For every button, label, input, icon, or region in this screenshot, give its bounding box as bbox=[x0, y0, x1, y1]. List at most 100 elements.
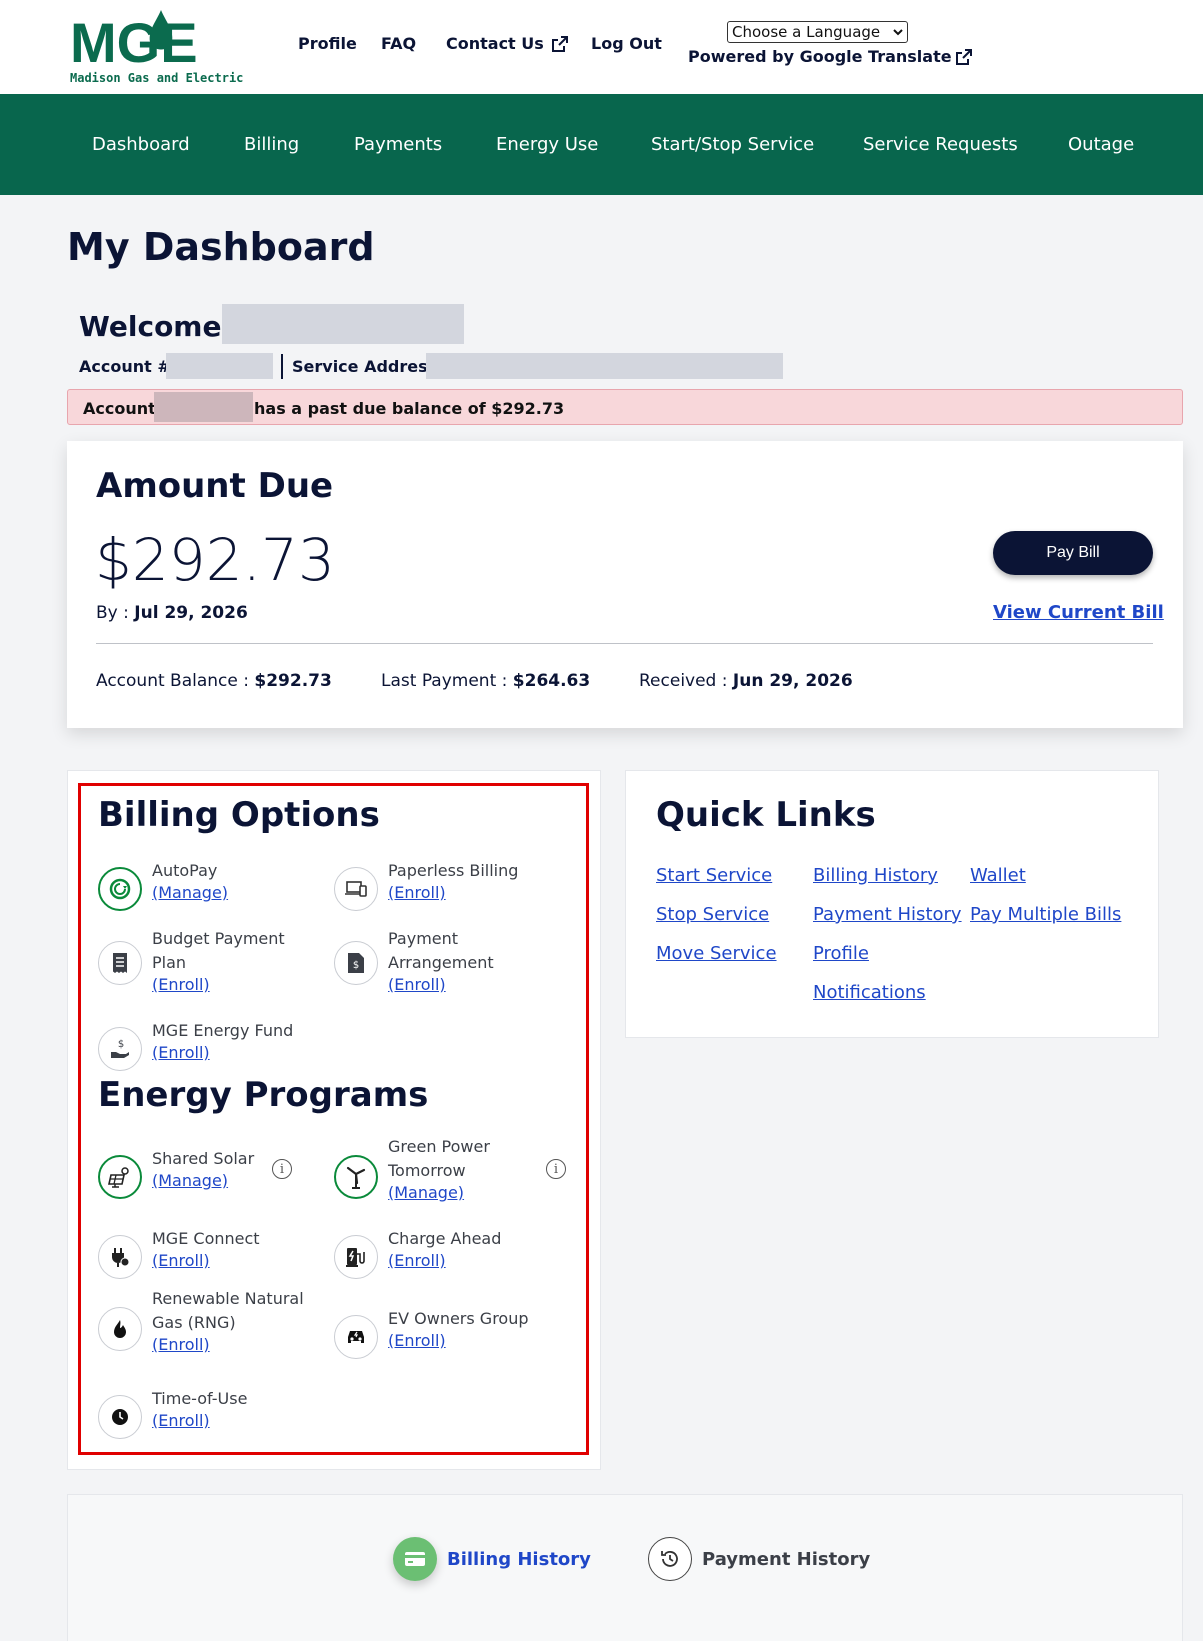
service-address-label: Service Address bbox=[292, 357, 438, 376]
option-label: EV Owners Group bbox=[388, 1309, 529, 1328]
invoice-dollar-icon: $ bbox=[334, 941, 378, 985]
tab-billing-history-label: Billing History bbox=[447, 1548, 591, 1570]
quick-link-profile[interactable]: Profile bbox=[813, 943, 869, 964]
option-label: MGE Energy Fund bbox=[152, 1021, 294, 1040]
redacted-alert-account bbox=[154, 392, 253, 422]
redacted-service-address bbox=[426, 353, 783, 379]
nav-payments[interactable]: Payments bbox=[354, 134, 442, 155]
rng-enroll-link[interactable]: (Enroll) bbox=[152, 1335, 210, 1354]
alert-message: has a past due balance of $292.73 bbox=[254, 399, 565, 418]
main-nav: Dashboard Billing Payments Energy Use St… bbox=[0, 94, 1203, 195]
time-of-use-enroll-link[interactable]: (Enroll) bbox=[152, 1411, 210, 1430]
last-payment-label: Last Payment : bbox=[381, 671, 508, 691]
tab-payment-history-label: Payment History bbox=[702, 1548, 871, 1570]
redacted-account-number bbox=[166, 353, 273, 379]
tab-payment-history[interactable]: Payment History bbox=[648, 1537, 870, 1581]
chevron-down-icon bbox=[893, 29, 903, 36]
quick-link-wallet[interactable]: Wallet bbox=[970, 865, 1026, 886]
credit-card-icon bbox=[393, 1537, 437, 1581]
flame-icon bbox=[98, 1307, 142, 1351]
plug-icon bbox=[98, 1235, 142, 1279]
ev-charger-icon bbox=[334, 1235, 378, 1279]
account-balance-label: Account Balance : bbox=[96, 671, 249, 691]
info-icon[interactable]: i bbox=[546, 1159, 566, 1179]
quick-links-card: Quick Links Start Service Stop Service M… bbox=[625, 770, 1159, 1038]
due-date-value: Jul 29, 2026 bbox=[134, 603, 248, 623]
option-label: Payment Arrangement bbox=[388, 929, 494, 972]
option-label: Charge Ahead bbox=[388, 1229, 502, 1248]
quick-link-payment-history[interactable]: Payment History bbox=[813, 904, 962, 925]
wind-turbine-icon bbox=[334, 1155, 378, 1199]
payment-arrangement-enroll-link[interactable]: (Enroll) bbox=[388, 975, 446, 994]
amount-due-value: $292.73 bbox=[95, 526, 335, 594]
pay-bill-button[interactable]: Pay Bill bbox=[993, 531, 1153, 575]
option-label: Shared Solar bbox=[152, 1149, 255, 1168]
received-date: Received : Jun 29, 2026 bbox=[639, 671, 853, 691]
account-balance-value: $292.73 bbox=[254, 671, 332, 691]
svg-text:$: $ bbox=[353, 960, 359, 971]
devices-icon bbox=[334, 867, 378, 911]
contact-us-label: Contact Us bbox=[446, 34, 544, 53]
ev-owners-enroll-link[interactable]: (Enroll) bbox=[388, 1331, 446, 1350]
external-link-icon bbox=[551, 35, 568, 52]
nav-billing[interactable]: Billing bbox=[244, 134, 299, 155]
option-label: MGE Connect bbox=[152, 1229, 260, 1248]
due-date: By : Jul 29, 2026 bbox=[96, 603, 248, 623]
contact-us-link[interactable]: Contact Us bbox=[446, 34, 568, 53]
last-payment-value: $264.63 bbox=[512, 671, 591, 691]
nav-outage[interactable]: Outage bbox=[1068, 134, 1134, 155]
quick-link-stop-service[interactable]: Stop Service bbox=[656, 904, 769, 925]
energy-fund-enroll-link[interactable]: (Enroll) bbox=[152, 1043, 210, 1062]
view-current-bill-link[interactable]: View Current Bill bbox=[993, 602, 1164, 623]
welcome-heading: Welcome, bbox=[79, 310, 233, 343]
alert-prefix: Account bbox=[83, 399, 156, 418]
past-due-alert: Account has a past due balance of $292.7… bbox=[67, 389, 1183, 425]
nav-service-requests[interactable]: Service Requests bbox=[863, 134, 1018, 155]
due-date-label: By : bbox=[96, 603, 129, 623]
clock-icon bbox=[98, 1395, 142, 1439]
external-link-icon bbox=[955, 48, 972, 65]
google-translate-link[interactable]: Powered by Google Translate bbox=[688, 47, 972, 66]
last-payment: Last Payment : $264.63 bbox=[381, 671, 590, 691]
nav-dashboard[interactable]: Dashboard bbox=[92, 134, 190, 155]
charge-ahead-enroll-link[interactable]: (Enroll) bbox=[388, 1251, 446, 1270]
top-header: MGE Madison Gas and Electric Profile FAQ… bbox=[0, 0, 1203, 94]
shared-solar-manage-link[interactable]: (Manage) bbox=[152, 1171, 228, 1190]
quick-link-notifications[interactable]: Notifications bbox=[813, 982, 926, 1003]
quick-link-start-service[interactable]: Start Service bbox=[656, 865, 772, 886]
hand-dollar-icon: $ bbox=[98, 1027, 142, 1071]
mge-logo-mark: MGE bbox=[70, 10, 198, 70]
received-value: Jun 29, 2026 bbox=[732, 671, 853, 691]
autopay-manage-link[interactable]: (Manage) bbox=[152, 883, 228, 902]
nav-start-stop-service[interactable]: Start/Stop Service bbox=[651, 134, 814, 155]
logo-letters: MGE bbox=[70, 11, 198, 70]
car-icon bbox=[334, 1315, 378, 1359]
log-out-link[interactable]: Log Out bbox=[591, 34, 662, 53]
language-select[interactable]: Choose a Language bbox=[727, 21, 908, 43]
quick-link-billing-history[interactable]: Billing History bbox=[813, 865, 938, 886]
billing-options-card: Billing Options AutoPay (Manage) Paperle… bbox=[67, 770, 601, 1470]
energy-programs-title: Energy Programs bbox=[98, 1075, 429, 1115]
mge-connect-enroll-link[interactable]: (Enroll) bbox=[152, 1251, 210, 1270]
mge-logo[interactable]: MGE Madison Gas and Electric bbox=[70, 8, 245, 88]
quick-link-pay-multiple-bills[interactable]: Pay Multiple Bills bbox=[970, 904, 1121, 925]
quick-link-move-service[interactable]: Move Service bbox=[656, 943, 777, 964]
svg-text:$: $ bbox=[118, 1039, 124, 1050]
history-icon bbox=[648, 1537, 692, 1581]
info-icon[interactable]: i bbox=[272, 1159, 292, 1179]
redacted-name bbox=[222, 304, 464, 344]
option-label: Green Power Tomorrow bbox=[388, 1137, 490, 1180]
autopay-icon bbox=[98, 867, 142, 911]
option-label: Renewable Natural Gas (RNG) bbox=[152, 1289, 304, 1332]
option-label: Budget Payment Plan bbox=[152, 929, 285, 972]
amount-due-card: Amount Due $292.73 By : Jul 29, 2026 Pay… bbox=[67, 441, 1183, 728]
quick-links-title: Quick Links bbox=[656, 795, 876, 835]
paperless-enroll-link[interactable]: (Enroll) bbox=[388, 883, 446, 902]
profile-link[interactable]: Profile bbox=[298, 34, 357, 53]
green-power-manage-link[interactable]: (Manage) bbox=[388, 1183, 464, 1202]
billing-options-title: Billing Options bbox=[98, 795, 380, 835]
faq-link[interactable]: FAQ bbox=[381, 34, 416, 53]
tab-billing-history[interactable]: Billing History bbox=[393, 1537, 591, 1581]
nav-energy-use[interactable]: Energy Use bbox=[496, 134, 598, 155]
budget-enroll-link[interactable]: (Enroll) bbox=[152, 975, 210, 994]
